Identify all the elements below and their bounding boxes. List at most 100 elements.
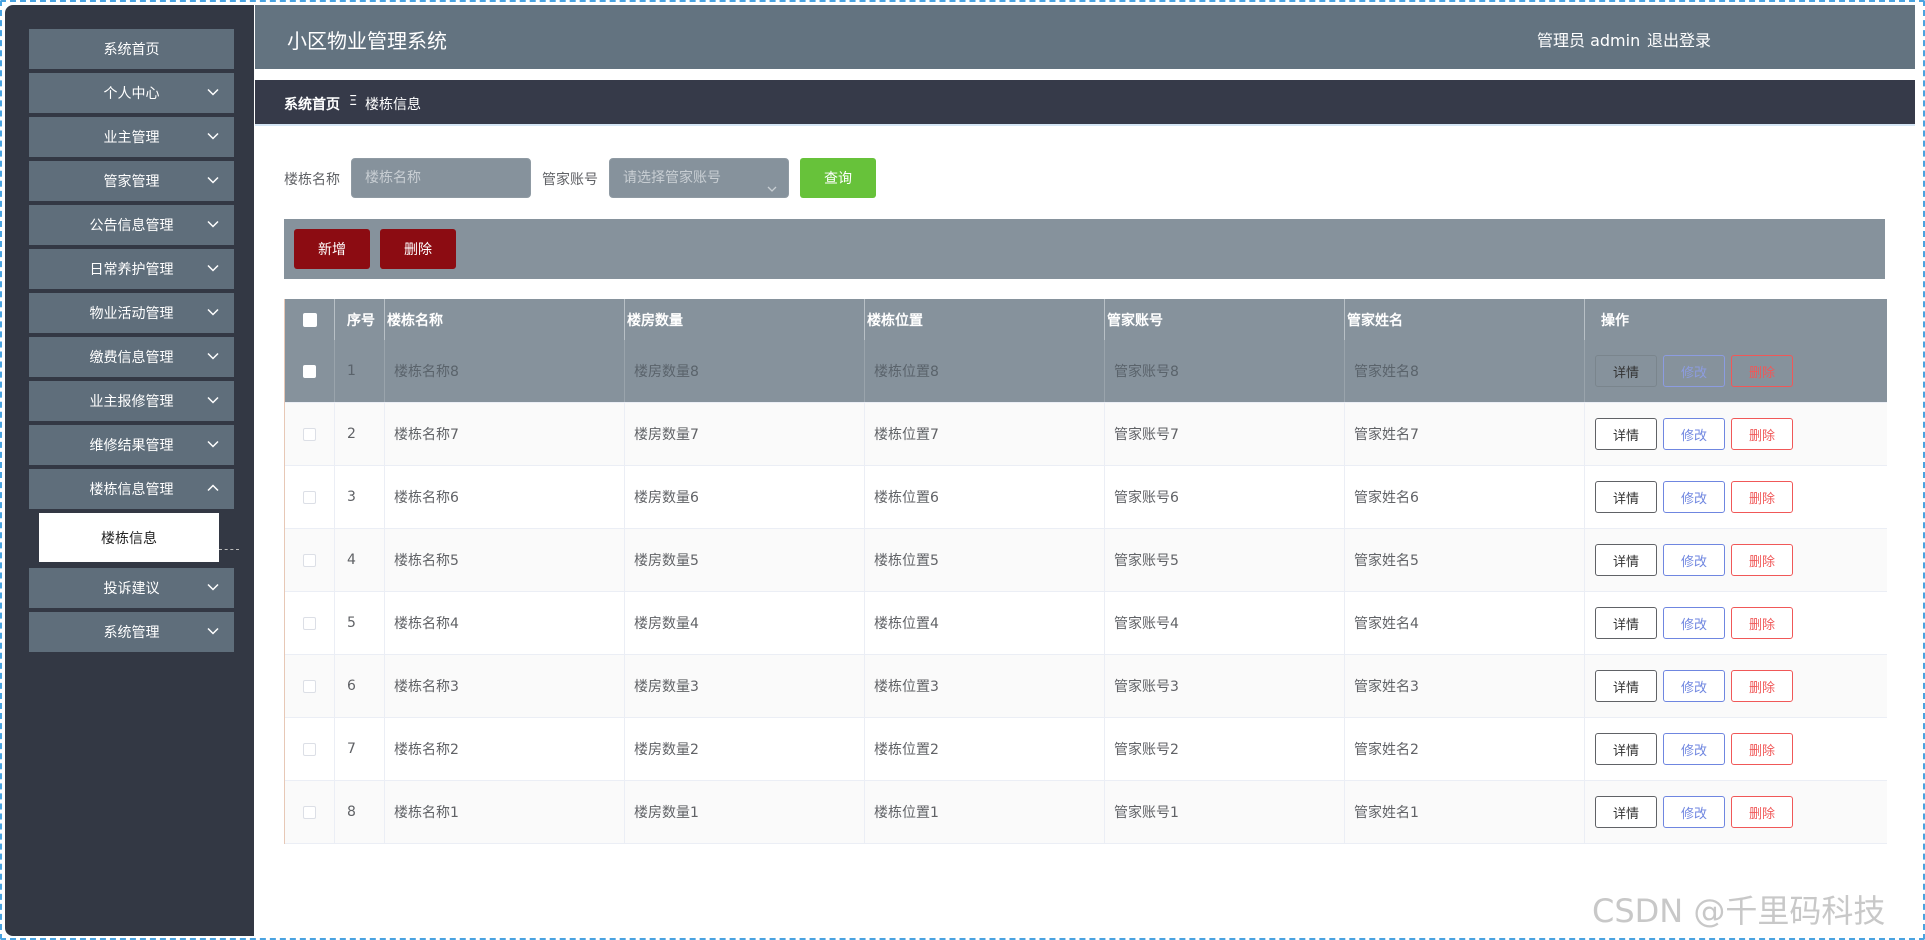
row-actions: 详情 修改 删除 <box>1585 529 1877 591</box>
sidebar-item-payment-management[interactable]: 缴费信息管理 <box>29 337 234 377</box>
building-count-cell: 楼房数量7 <box>625 403 865 465</box>
edit-button[interactable]: 修改 <box>1663 670 1725 702</box>
row-index: 6 <box>335 655 385 717</box>
row-checkbox[interactable] <box>303 742 316 756</box>
building-count-cell: 楼房数量3 <box>625 655 865 717</box>
submenu-building: 楼栋信息 <box>29 513 239 564</box>
action-toolbar <box>284 219 1885 279</box>
delete-button[interactable]: 删除 <box>1731 544 1793 576</box>
table-row[interactable]: 2 楼栋名称7 楼房数量7 楼栋位置7 管家账号7 管家姓名7 详情 修改 删除 <box>285 403 1887 466</box>
sidebar-item-building-management[interactable]: 楼栋信息管理 <box>29 469 234 509</box>
detail-button[interactable]: 详情 <box>1595 355 1657 387</box>
delete-button[interactable]: 删除 <box>1731 481 1793 513</box>
row-checkbox[interactable] <box>303 679 316 693</box>
chevron-down-icon <box>206 393 220 407</box>
sidebar-item-repair-result-management[interactable]: 维修结果管理 <box>29 425 234 465</box>
column-header[interactable]: 楼房数量 <box>625 299 865 340</box>
sidebar-item-home[interactable]: 系统首页 <box>29 29 234 69</box>
sidebar-item-label: 系统管理 <box>103 625 160 641</box>
table-row[interactable]: 5 楼栋名称4 楼房数量4 楼栋位置4 管家账号4 管家姓名4 详情 修改 删除 <box>285 592 1887 655</box>
edit-button[interactable]: 修改 <box>1663 796 1725 828</box>
query-button[interactable]: 查询 <box>800 158 876 198</box>
column-header[interactable]: 楼栋名称 <box>385 299 625 340</box>
select-all-checkbox[interactable] <box>302 312 317 327</box>
submenu-item-building-info[interactable]: 楼栋信息 <box>39 513 219 562</box>
edit-button[interactable]: 修改 <box>1663 481 1725 513</box>
breadcrumb: 系统首页 Ξ 楼栋信息 <box>255 80 1915 126</box>
detail-button[interactable]: 详情 <box>1595 670 1657 702</box>
edit-button[interactable]: 修改 <box>1663 355 1725 387</box>
sidebar-item-system-management[interactable]: 系统管理 <box>29 612 234 652</box>
sidebar-item-owner-management[interactable]: 业主管理 <box>29 117 234 157</box>
building-table: 序号 楼栋名称 楼房数量 楼栋位置 管家账号 管家姓名 操作 1 楼栋名称8 楼… <box>284 299 1887 844</box>
edit-button[interactable]: 修改 <box>1663 544 1725 576</box>
breadcrumb-current: 楼栋信息 <box>365 97 421 113</box>
building-position-cell: 楼栋位置2 <box>865 718 1105 780</box>
row-checkbox[interactable] <box>303 553 316 567</box>
delete-button[interactable]: 删除 <box>1731 607 1793 639</box>
steward-account-cell: 管家账号5 <box>1105 529 1345 591</box>
row-checkbox[interactable] <box>303 616 316 630</box>
detail-button[interactable]: 详情 <box>1595 607 1657 639</box>
chevron-down-icon <box>766 172 778 192</box>
sidebar-item-notice-management[interactable]: 公告信息管理 <box>29 205 234 245</box>
column-header[interactable]: 楼栋位置 <box>865 299 1105 340</box>
table-row[interactable]: 1 楼栋名称8 楼房数量8 楼栋位置8 管家账号8 管家姓名8 详情 修改 删除 <box>285 340 1887 403</box>
delete-button[interactable]: 删除 <box>1731 355 1793 387</box>
building-position-cell: 楼栋位置7 <box>865 403 1105 465</box>
edit-button[interactable]: 修改 <box>1663 607 1725 639</box>
batch-delete-button[interactable]: 删除 <box>380 229 456 269</box>
sidebar-item-maintenance-management[interactable]: 日常养护管理 <box>29 249 234 289</box>
sidebar-item-steward-management[interactable]: 管家管理 <box>29 161 234 201</box>
building-count-cell: 楼房数量6 <box>625 466 865 528</box>
delete-button[interactable]: 删除 <box>1731 670 1793 702</box>
sidebar-item-label: 管家管理 <box>103 174 160 190</box>
add-button[interactable]: 新增 <box>294 229 370 269</box>
sidebar-item-label: 业主管理 <box>103 130 160 146</box>
row-checkbox[interactable] <box>303 364 316 378</box>
sidebar-item-label: 缴费信息管理 <box>89 350 174 366</box>
breadcrumb-home[interactable]: 系统首页 <box>284 94 340 114</box>
detail-button[interactable]: 详情 <box>1595 544 1657 576</box>
edit-button[interactable]: 修改 <box>1663 733 1725 765</box>
detail-button[interactable]: 详情 <box>1595 481 1657 513</box>
steward-name-cell: 管家姓名6 <box>1345 466 1585 528</box>
building-name-input[interactable]: 楼栋名称 <box>351 158 531 198</box>
edit-button[interactable]: 修改 <box>1663 418 1725 450</box>
detail-button[interactable]: 详情 <box>1595 733 1657 765</box>
row-checkbox-cell <box>285 592 335 654</box>
row-actions: 详情 修改 删除 <box>1585 466 1877 528</box>
sidebar-item-activity-management[interactable]: 物业活动管理 <box>29 293 234 333</box>
delete-button[interactable]: 删除 <box>1731 796 1793 828</box>
table-row[interactable]: 8 楼栋名称1 楼房数量1 楼栋位置1 管家账号1 管家姓名1 详情 修改 删除 <box>285 781 1887 844</box>
building-position-cell: 楼栋位置3 <box>865 655 1105 717</box>
row-checkbox[interactable] <box>303 427 316 441</box>
table-row[interactable]: 4 楼栋名称5 楼房数量5 楼栋位置5 管家账号5 管家姓名5 详情 修改 删除 <box>285 529 1887 592</box>
detail-button[interactable]: 详情 <box>1595 418 1657 450</box>
delete-button[interactable]: 删除 <box>1731 418 1793 450</box>
sidebar-item-label: 楼栋信息管理 <box>89 482 174 498</box>
steward-name-cell: 管家姓名4 <box>1345 592 1585 654</box>
row-checkbox[interactable] <box>303 490 316 504</box>
sidebar-item-personal-center[interactable]: 个人中心 <box>29 73 234 113</box>
building-name-cell: 楼栋名称6 <box>385 466 625 528</box>
sidebar-item-repair-management[interactable]: 业主报修管理 <box>29 381 234 421</box>
row-index: 8 <box>335 781 385 843</box>
table-row[interactable]: 6 楼栋名称3 楼房数量3 楼栋位置3 管家账号3 管家姓名3 详情 修改 删除 <box>285 655 1887 718</box>
row-checkbox-cell <box>285 655 335 717</box>
table-row[interactable]: 3 楼栋名称6 楼房数量6 楼栋位置6 管家账号6 管家姓名6 详情 修改 删除 <box>285 466 1887 529</box>
delete-button[interactable]: 删除 <box>1731 733 1793 765</box>
building-name-cell: 楼栋名称2 <box>385 718 625 780</box>
chevron-down-icon <box>206 261 220 275</box>
sidebar-item-complaints[interactable]: 投诉建议 <box>29 568 234 608</box>
row-checkbox-cell <box>285 466 335 528</box>
logout-link[interactable]: 退出登录 <box>1647 27 1711 51</box>
steward-account-select[interactable]: 请选择管家账号 <box>609 158 789 198</box>
sidebar: 系统首页 个人中心 业主管理 管家管理 公告信息管理 日常养护管理 物业活动管理… <box>5 5 254 936</box>
table-row[interactable]: 7 楼栋名称2 楼房数量2 楼栋位置2 管家账号2 管家姓名2 详情 修改 删除 <box>285 718 1887 781</box>
column-header[interactable]: 管家姓名 <box>1345 299 1585 340</box>
column-header[interactable]: 管家账号 <box>1105 299 1345 340</box>
row-checkbox[interactable] <box>303 805 316 819</box>
detail-button[interactable]: 详情 <box>1595 796 1657 828</box>
building-count-cell: 楼房数量1 <box>625 781 865 843</box>
